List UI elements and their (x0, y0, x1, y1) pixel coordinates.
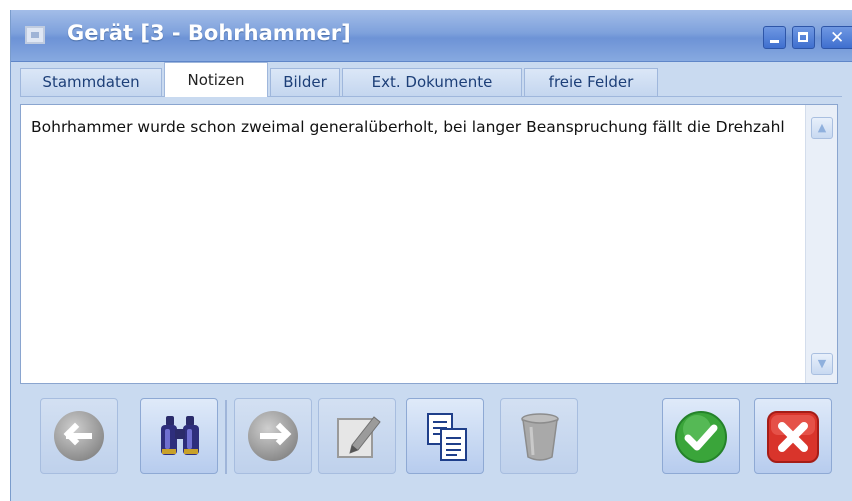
arrow-right-circle-icon (248, 411, 298, 461)
close-icon: ✕ (830, 28, 845, 48)
minimize-button[interactable] (763, 26, 786, 49)
tab-divider (20, 96, 842, 97)
title-bar[interactable]: Gerät [3 - Bohrhammer] ✕ (11, 10, 852, 62)
copy-documents-icon (427, 413, 467, 461)
tab-ext-dokumente[interactable]: Ext. Dokumente (342, 68, 522, 96)
pencil-icon (337, 416, 381, 458)
binoculars-icon (161, 416, 199, 455)
window-title: Gerät [3 - Bohrhammer] (67, 21, 351, 45)
cancel-button[interactable] (754, 398, 832, 474)
back-button[interactable] (40, 398, 118, 474)
tab-bilder[interactable]: Bilder (270, 68, 340, 96)
action-toolbar (20, 398, 838, 488)
close-x-icon (767, 411, 819, 463)
scroll-down-button[interactable]: ▼ (811, 353, 833, 375)
delete-button[interactable] (500, 398, 578, 474)
close-button[interactable]: ✕ (821, 26, 852, 49)
tab-stammdaten[interactable]: Stammdaten (20, 68, 162, 96)
confirm-button[interactable] (662, 398, 740, 474)
tab-notizen[interactable]: Notizen (164, 62, 268, 97)
trash-icon (521, 413, 559, 461)
search-button[interactable] (140, 398, 218, 474)
tab-freie-felder[interactable]: freie Felder (524, 68, 658, 96)
chevron-up-icon: ▲ (817, 121, 827, 134)
edit-button[interactable] (318, 398, 396, 474)
notes-textarea[interactable]: Bohrhammer wurde schon zweimal generalüb… (20, 104, 838, 384)
forward-button[interactable] (234, 398, 312, 474)
check-icon (675, 411, 727, 463)
notes-text[interactable]: Bohrhammer wurde schon zweimal generalüb… (31, 115, 791, 139)
chevron-down-icon: ▼ (817, 357, 827, 370)
scroll-up-button[interactable]: ▲ (811, 117, 833, 139)
toolbar-separator (225, 400, 227, 474)
notes-scrollbar[interactable]: ▲ ▼ (805, 105, 837, 383)
maximize-button[interactable] (792, 26, 815, 49)
copy-button[interactable] (406, 398, 484, 474)
window-app-icon (25, 26, 45, 44)
arrow-left-circle-icon (54, 411, 104, 461)
tab-bar: Stammdaten Notizen Bilder Ext. Dokumente… (20, 62, 842, 97)
